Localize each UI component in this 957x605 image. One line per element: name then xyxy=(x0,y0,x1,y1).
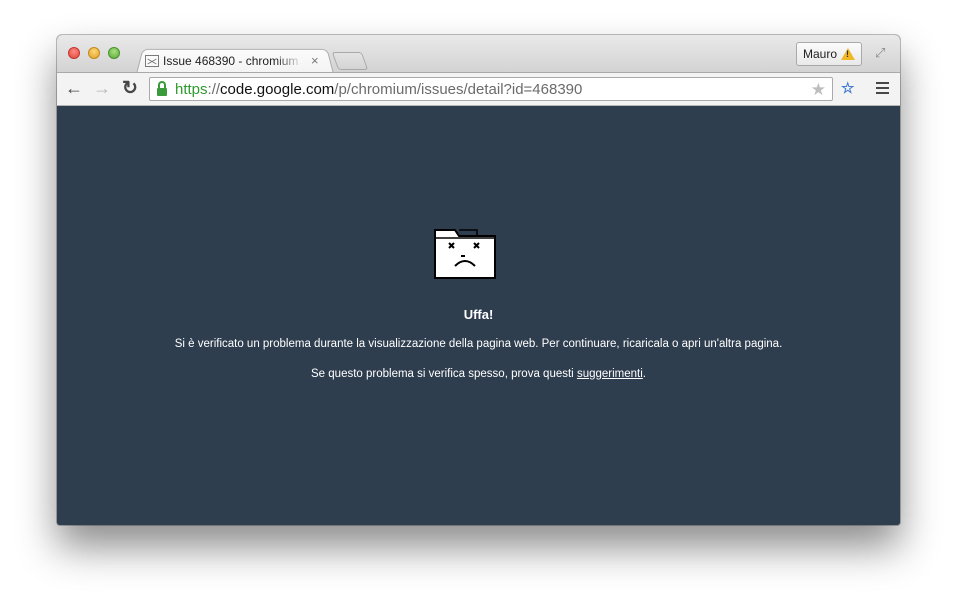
bookmark-star-icon[interactable]: ★ xyxy=(811,80,826,100)
window-minimize-button[interactable] xyxy=(88,47,100,59)
back-button[interactable]: ← xyxy=(63,77,85,99)
menu-icon[interactable] xyxy=(876,82,889,94)
reload-icon: ↻ xyxy=(122,77,138,99)
profile-name: Mauro xyxy=(802,47,837,61)
profile-button[interactable]: Mauro xyxy=(796,42,862,66)
active-tab-content[interactable]: Issue 468390 - chromium × xyxy=(145,51,325,71)
fullscreen-icon[interactable]: ⤢ xyxy=(875,45,885,61)
browser-window: Issue 468390 - chromium × Mauro ⤢ ← → ↻ … xyxy=(57,35,900,525)
reload-button[interactable]: ↻ xyxy=(119,77,141,99)
lock-icon[interactable] xyxy=(157,81,167,96)
tab-title: Issue 468390 - chromium xyxy=(163,54,299,68)
tab-close-icon[interactable]: × xyxy=(311,54,319,67)
browser-toolbar: ← → ↻ https://code.google.com/p/chromium… xyxy=(57,72,900,106)
error-page: Uffa! Si è verificato un problema durant… xyxy=(57,106,900,525)
title-bar: Issue 468390 - chromium × Mauro ⤢ xyxy=(57,35,900,74)
error-title: Uffa! xyxy=(463,307,494,322)
error-hint: Se questo problema si verifica spesso, p… xyxy=(311,368,646,380)
url-text[interactable]: https://code.google.com/p/chromium/issue… xyxy=(175,81,582,98)
forward-button[interactable]: → xyxy=(91,77,113,99)
warning-icon xyxy=(841,48,855,60)
sad-folder-icon xyxy=(434,229,496,279)
window-close-button[interactable] xyxy=(68,47,80,59)
arrow-right-icon: → xyxy=(93,77,111,98)
extension-icon[interactable]: ☆ xyxy=(841,79,854,97)
new-tab-button[interactable] xyxy=(331,52,369,70)
suggestions-link[interactable]: suggerimenti xyxy=(577,368,643,380)
error-message: Si è verificato un problema durante la v… xyxy=(174,338,783,350)
arrow-left-icon: ← xyxy=(65,77,83,98)
address-bar[interactable]: https://code.google.com/p/chromium/issue… xyxy=(149,77,833,101)
window-maximize-button[interactable] xyxy=(108,47,120,59)
broken-page-favicon-icon xyxy=(145,55,159,67)
